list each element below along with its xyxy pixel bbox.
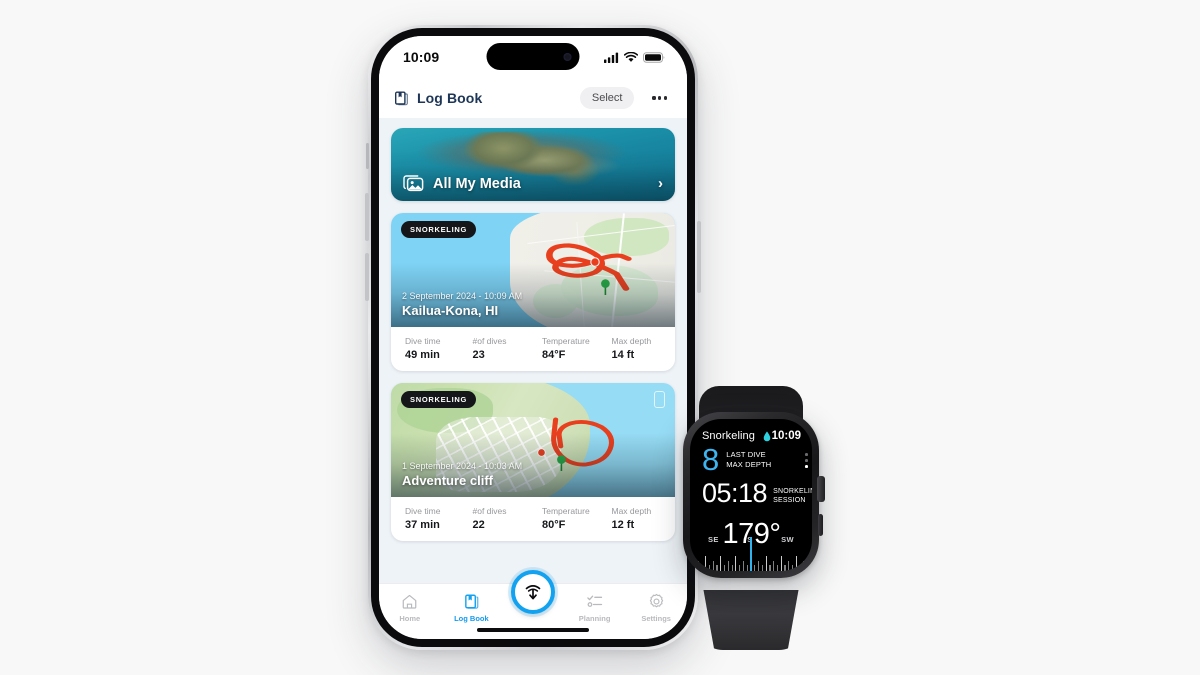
metric-value: 14 ft — [611, 349, 635, 361]
watch-max-depth-value: 8 — [702, 442, 720, 477]
metric-label: #of dives — [472, 336, 507, 346]
log-book-icon — [465, 594, 479, 609]
watch-time-group: 10:09 — [763, 430, 801, 442]
metric-temperature: Temperature 84°F — [536, 336, 606, 361]
apple-watch-device: Snorkeling 10:09 8 LAST DIVE MAX DEPTH 0… — [662, 386, 840, 652]
watch-session-duration: 05:18 — [702, 478, 768, 508]
dive-date: 2 September 2024 - 10:09 AM — [402, 291, 523, 301]
watch-case: Snorkeling 10:09 8 LAST DIVE MAX DEPTH 0… — [683, 412, 825, 578]
page-title: Log Book — [417, 90, 483, 106]
log-book-icon — [395, 91, 408, 106]
metric-value: 84°F — [542, 349, 566, 361]
watch-activity-title: Snorkeling — [702, 430, 755, 442]
water-drop-icon — [763, 431, 770, 441]
start-dive-button[interactable] — [511, 570, 555, 614]
watch-max-depth-label-line1: LAST DIVE — [726, 450, 766, 460]
activity-type-badge: SNORKELING — [401, 221, 477, 238]
metric-label: Temperature — [542, 506, 590, 516]
status-bar-time: 10:09 — [403, 49, 440, 65]
banner-row: All My Media › — [403, 175, 663, 192]
dive-log-card[interactable]: SNORKELING 2 September 2024 - 10:09 AM K… — [391, 213, 675, 371]
banner-label: All My Media — [433, 175, 521, 192]
tab-label: Planning — [578, 614, 611, 623]
watch-screen[interactable]: Snorkeling 10:09 8 LAST DIVE MAX DEPTH 0… — [690, 419, 812, 571]
watch-page-indicator[interactable] — [805, 453, 808, 468]
watch-compass-strip: SE S SW — [690, 535, 812, 571]
metric-number-of-dives: #of dives 23 — [469, 336, 537, 361]
watch-session-row: 05:18 SNORKELING SESSION — [702, 478, 812, 508]
tab-planning[interactable]: Planning — [564, 593, 626, 623]
battery-icon — [643, 51, 665, 63]
dive-map-preview[interactable]: SNORKELING 1 September 2024 - 10:03 AM A… — [391, 383, 675, 497]
dive-descent-icon — [525, 585, 541, 600]
dive-location: Adventure cliff — [402, 473, 494, 488]
watch-session-label: SNORKELING SESSION — [773, 487, 812, 507]
watch-session-label-line2: SESSION — [773, 496, 806, 504]
status-bar: 10:09 — [379, 36, 687, 78]
watch-side-button[interactable] — [818, 514, 823, 536]
metric-dive-time: Dive time 49 min — [391, 336, 469, 361]
cellular-bars-icon — [604, 52, 619, 63]
metric-value: 49 min — [405, 349, 440, 361]
watch-time: 10:09 — [771, 430, 801, 442]
photos-media-icon — [403, 175, 424, 192]
power-button[interactable] — [697, 221, 701, 293]
metric-number-of-dives: #of dives 22 — [469, 506, 537, 531]
dive-metrics-row: Dive time 37 min #of dives 22 Temperatur… — [391, 497, 675, 541]
dive-date: 1 September 2024 - 10:03 AM — [402, 461, 523, 471]
activity-type-badge: SNORKELING — [401, 391, 477, 408]
wifi-icon — [624, 51, 638, 62]
tab-label: Home — [399, 614, 421, 623]
tab-home[interactable]: Home — [379, 593, 441, 623]
bottom-tab-bar: Home Log Book Planning Settings — [379, 570, 687, 639]
nav-bar: Log Book Select — [379, 78, 687, 118]
watch-session-label-line1: SNORKELING — [773, 487, 812, 495]
chevron-right-icon[interactable]: › — [658, 175, 663, 192]
home-indicator[interactable] — [477, 627, 589, 632]
select-button[interactable]: Select — [579, 87, 635, 109]
log-book-content[interactable]: All My Media › SNORKELING 2 September 20… — [379, 118, 687, 583]
metric-value: 80°F — [542, 519, 566, 531]
dive-location: Kailua-Kona, HI — [402, 303, 499, 318]
metric-dive-time: Dive time 37 min — [391, 506, 469, 531]
front-camera — [563, 52, 572, 61]
metric-label: Max depth — [611, 336, 652, 346]
phone-screen: 10:09 Log Book Select All My Media › SNO… — [379, 36, 687, 639]
metric-value: 37 min — [405, 519, 440, 531]
compass-needle — [750, 537, 752, 571]
digital-crown[interactable] — [817, 476, 825, 502]
dive-map-preview[interactable]: SNORKELING 2 September 2024 - 10:09 AM K… — [391, 213, 675, 327]
dive-metrics-row: Dive time 49 min #of dives 23 Temperatur… — [391, 327, 675, 371]
watch-band-bottom — [703, 590, 799, 650]
volume-down-button[interactable] — [365, 253, 369, 301]
metric-label: Temperature — [542, 336, 590, 346]
watch-max-depth-label-line2: MAX DEPTH — [726, 459, 772, 469]
compass-label-right: SW — [781, 535, 794, 544]
metric-max-depth: Max depth 14 ft — [606, 336, 676, 361]
home-icon — [402, 594, 417, 609]
watch-max-depth-row: 8 LAST DIVE MAX DEPTH — [702, 444, 801, 475]
dive-log-card[interactable]: SNORKELING 1 September 2024 - 10:03 AM A… — [391, 383, 675, 541]
watch-header: Snorkeling 10:09 — [702, 430, 801, 442]
planning-checklist-icon — [587, 595, 603, 607]
tab-label: Log Book — [454, 614, 489, 623]
dynamic-island — [486, 43, 580, 70]
metric-label: Dive time — [405, 506, 441, 516]
metric-temperature: Temperature 80°F — [536, 506, 606, 531]
metric-label: Dive time — [405, 336, 441, 346]
status-bar-icons — [604, 51, 665, 63]
metric-value: 23 — [472, 349, 485, 361]
metric-label: #of dives — [472, 506, 507, 516]
all-my-media-banner[interactable]: All My Media › — [391, 128, 675, 201]
watch-max-depth-label: LAST DIVE MAX DEPTH — [726, 450, 771, 469]
volume-up-button[interactable] — [365, 193, 369, 241]
tab-log-book[interactable]: Log Book — [441, 593, 503, 623]
iphone-device: 10:09 Log Book Select All My Media › SNO… — [365, 25, 701, 650]
more-options-icon[interactable] — [642, 90, 671, 105]
silent-switch[interactable] — [366, 143, 369, 169]
metric-value: 22 — [472, 519, 485, 531]
compass-label-left: SE — [708, 535, 719, 544]
